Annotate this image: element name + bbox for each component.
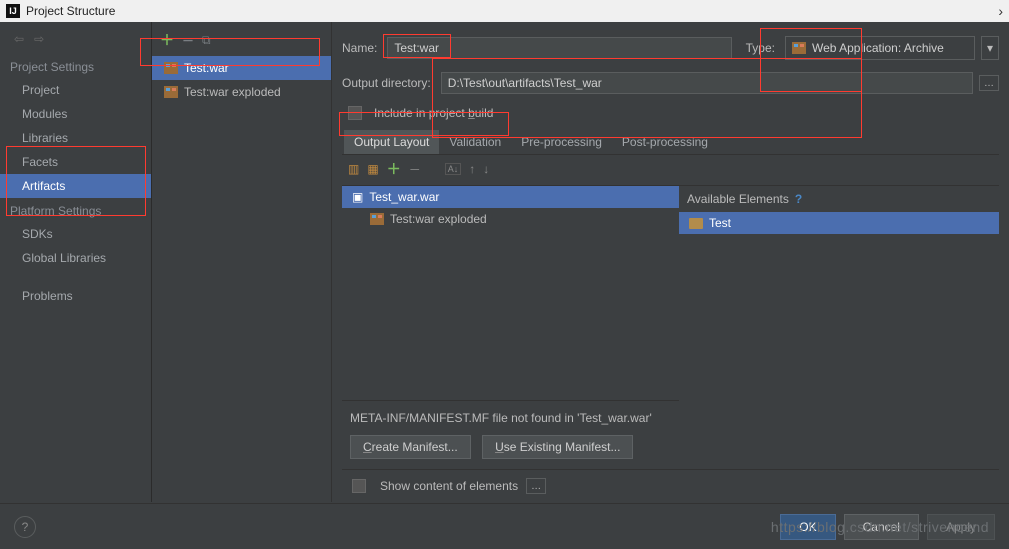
new-archive-icon[interactable]: ▦ (367, 162, 378, 176)
include-build-label: Include in project build (374, 106, 493, 120)
output-tree-panel: ▣ Test_war.war Test:war exploded META-IN… (342, 186, 679, 469)
tree-row-root[interactable]: ▣ Test_war.war (342, 186, 679, 208)
artifact-archive-icon (792, 42, 806, 54)
available-elements-label: Available Elements (687, 192, 789, 206)
main-area: ⇦ ⇨ Project Settings Project Modules Lib… (0, 22, 1009, 502)
sidebar-item-modules[interactable]: Modules (0, 102, 151, 126)
add-element-icon[interactable]: ＋ (387, 159, 401, 179)
manifest-message: META-INF/MANIFEST.MF file not found in '… (350, 411, 671, 425)
tree-row-child[interactable]: Test:war exploded (342, 208, 679, 230)
artifact-list-panel: ＋ － ⧉ Test:war Test:war exploded (152, 22, 332, 502)
chevron-right-icon[interactable]: › (998, 3, 1003, 19)
include-build-checkbox[interactable] (348, 106, 362, 120)
help-button[interactable]: ? (14, 516, 36, 538)
new-folder-icon[interactable]: ▥ (348, 162, 359, 176)
copy-artifact-icon[interactable]: ⧉ (202, 33, 211, 48)
output-layout-toolbar: ▥ ▦ ＋ － A↓ ↑ ↓ (342, 155, 999, 183)
cancel-button[interactable]: Cancel (844, 514, 919, 540)
artifact-exploded-icon (164, 86, 178, 98)
move-down-icon[interactable]: ↓ (483, 162, 489, 176)
dialog-footer: ? OK Cancel Apply (0, 503, 1009, 549)
sidebar-item-facets[interactable]: Facets (0, 150, 151, 174)
available-item-label: Test (709, 216, 731, 230)
artifact-type-select[interactable]: Web Application: Archive (785, 36, 975, 60)
sidebar-group-project-settings: Project Settings (0, 54, 151, 78)
tree-row-label: Test:war exploded (390, 212, 487, 226)
window-title: Project Structure (26, 4, 115, 18)
settings-sidebar: ⇦ ⇨ Project Settings Project Modules Lib… (0, 22, 152, 502)
available-item[interactable]: Test (679, 212, 999, 234)
output-layout-area: ▣ Test_war.war Test:war exploded META-IN… (342, 185, 999, 469)
artifact-exploded-icon (370, 213, 384, 225)
artifact-type-dropdown-icon[interactable]: ▾ (981, 36, 999, 60)
browse-output-dir-button[interactable]: … (979, 75, 999, 91)
manifest-bar: META-INF/MANIFEST.MF file not found in '… (342, 400, 679, 469)
ok-button[interactable]: OK (780, 514, 835, 540)
nav-back-icon[interactable]: ⇦ (14, 32, 24, 46)
title-bar: IJ Project Structure › (0, 0, 1009, 22)
folder-icon (689, 218, 703, 229)
sidebar-item-libraries[interactable]: Libraries (0, 126, 151, 150)
sort-icon[interactable]: A↓ (445, 163, 462, 175)
remove-element-icon[interactable]: － (409, 161, 421, 178)
artifact-name-input[interactable] (387, 37, 732, 59)
sidebar-item-project[interactable]: Project (0, 78, 151, 102)
output-dir-label: Output directory: (342, 76, 431, 90)
sidebar-item-problems[interactable]: Problems (0, 284, 151, 308)
app-icon: IJ (6, 4, 20, 18)
output-dir-input[interactable] (441, 72, 973, 94)
move-up-icon[interactable]: ↑ (469, 162, 475, 176)
tab-pre-processing[interactable]: Pre-processing (511, 130, 612, 154)
tab-validation[interactable]: Validation (439, 130, 511, 154)
artifact-item-testwar-exploded[interactable]: Test:war exploded (152, 80, 331, 104)
show-content-checkbox[interactable] (352, 479, 366, 493)
artifact-item-label: Test:war (184, 61, 229, 75)
artifact-type-value: Web Application: Archive (812, 41, 944, 55)
type-label: Type: (746, 41, 775, 55)
show-content-options-button[interactable]: … (526, 478, 546, 494)
sidebar-item-sdks[interactable]: SDKs (0, 222, 151, 246)
create-manifest-button[interactable]: Create Manifest... (350, 435, 471, 459)
sidebar-item-artifacts[interactable]: Artifacts (0, 174, 151, 198)
remove-artifact-icon[interactable]: － (182, 32, 194, 49)
artifact-item-testwar[interactable]: Test:war (152, 56, 331, 80)
show-content-row: Show content of elements … (342, 469, 999, 502)
help-available-icon[interactable]: ? (795, 192, 802, 206)
tree-row-label: Test_war.war (369, 190, 439, 204)
artifact-details-panel: Name: Type: Web Application: Archive ▾ O… (332, 22, 1009, 502)
sidebar-group-platform-settings: Platform Settings (0, 198, 151, 222)
use-existing-manifest-button[interactable]: Use Existing Manifest... (482, 435, 633, 459)
available-elements-panel: Available Elements ? Test (679, 186, 999, 469)
artifact-item-label: Test:war exploded (184, 85, 281, 99)
name-label: Name: (342, 41, 377, 55)
artifact-tabs: Output Layout Validation Pre-processing … (342, 130, 999, 155)
tab-output-layout[interactable]: Output Layout (344, 130, 439, 154)
tab-post-processing[interactable]: Post-processing (612, 130, 718, 154)
sidebar-item-global-libraries[interactable]: Global Libraries (0, 246, 151, 270)
artifact-archive-icon (164, 62, 178, 74)
apply-button[interactable]: Apply (927, 514, 995, 540)
show-content-label: Show content of elements (380, 479, 518, 493)
nav-forward-icon[interactable]: ⇨ (34, 32, 44, 46)
add-artifact-icon[interactable]: ＋ (160, 30, 174, 50)
